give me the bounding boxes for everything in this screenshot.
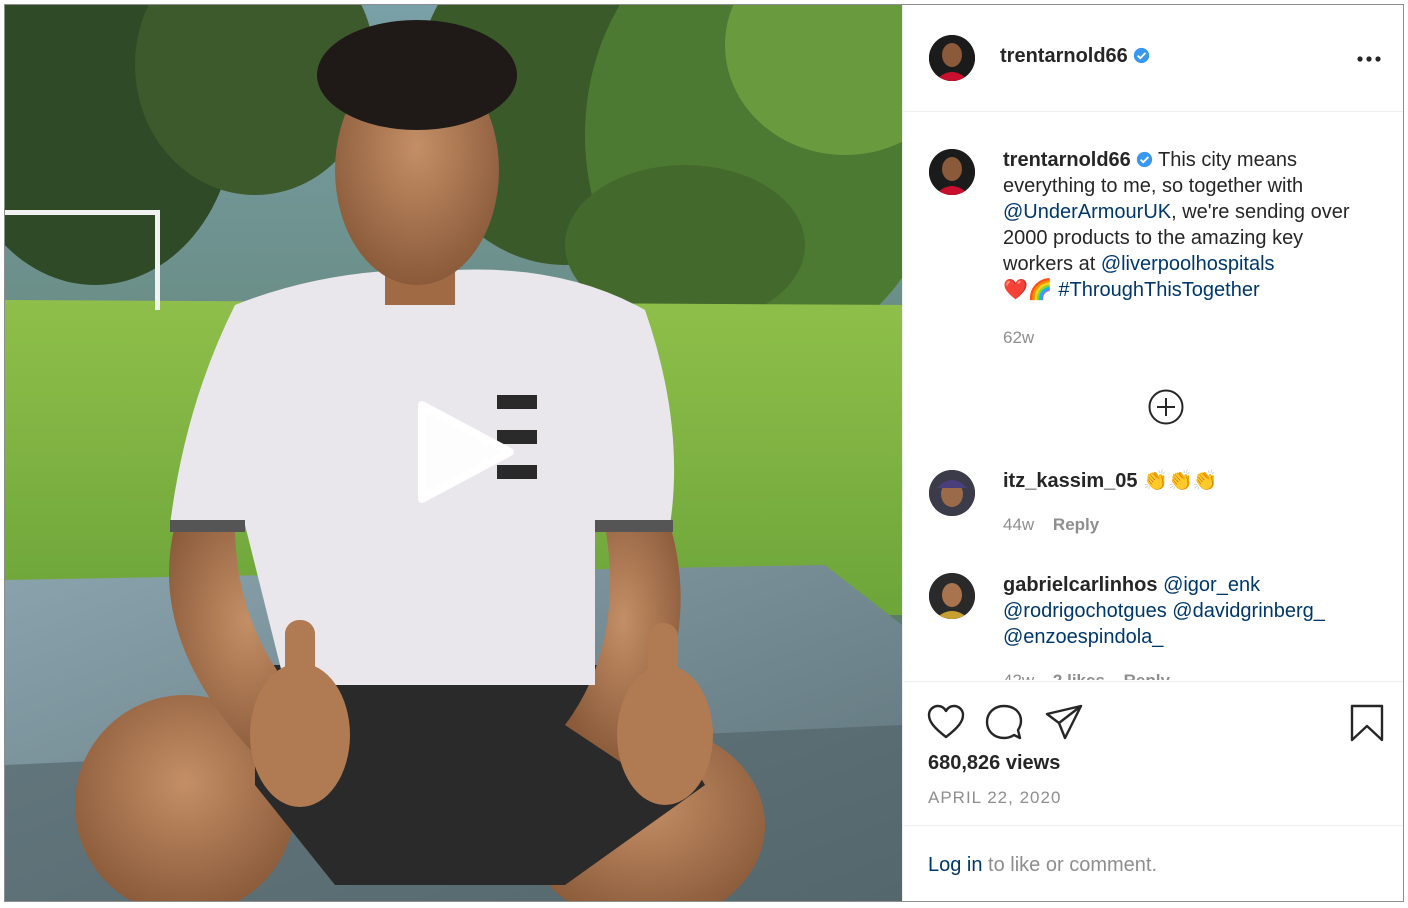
login-bar: Log in to like or comment.: [903, 825, 1403, 901]
comment-likes[interactable]: 2 likes: [1053, 671, 1105, 680]
comment-username[interactable]: gabrielcarlinhos: [1003, 574, 1158, 596]
like-button[interactable]: [927, 704, 965, 745]
post-video[interactable]: [5, 5, 902, 901]
caption-mention-hospitals[interactable]: @liverpoolhospitals: [1101, 253, 1275, 275]
comment-avatar[interactable]: [929, 470, 975, 516]
comment-text: 👏👏👏: [1143, 470, 1218, 492]
comment-avatar[interactable]: [929, 573, 975, 619]
more-options-icon: [1357, 56, 1381, 62]
author-avatar-image: [929, 35, 975, 81]
play-button[interactable]: [410, 397, 520, 507]
caption-hashtag[interactable]: #ThroughThisTogether: [1058, 279, 1259, 301]
comment-username[interactable]: itz_kassim_05: [1003, 470, 1138, 492]
load-more-comments-icon: [1148, 389, 1184, 425]
comment-item: itz_kassim_05 👏👏👏 44w Reply: [1003, 468, 1378, 538]
caption-age: 62w: [1003, 328, 1035, 347]
verified-badge-icon: [1133, 47, 1149, 64]
post-sidebar: trentarnold66 trentarnold66 This city me…: [902, 5, 1403, 901]
comment-mention[interactable]: @rodrigochotgues: [1003, 600, 1167, 622]
load-more-comments-button[interactable]: [1147, 388, 1185, 426]
author-avatar[interactable]: [929, 35, 975, 81]
comment-avatar-image: [929, 470, 975, 516]
comment-button[interactable]: [985, 704, 1023, 745]
comment-mention[interactable]: @enzoespindola_: [1003, 626, 1163, 648]
author-username[interactable]: trentarnold66: [1000, 45, 1128, 67]
reply-button[interactable]: Reply: [1053, 515, 1099, 534]
caption-username[interactable]: trentarnold66: [1003, 149, 1131, 171]
verified-badge-icon: [1136, 151, 1152, 168]
heart-icon: [927, 704, 965, 739]
comment-age: 44w: [1003, 515, 1035, 534]
save-button[interactable]: [1350, 704, 1384, 747]
reply-button[interactable]: Reply: [1124, 671, 1170, 680]
post-dialog: trentarnold66 trentarnold66 This city me…: [4, 4, 1404, 902]
login-prompt-text: to like or comment.: [982, 854, 1158, 876]
comment-icon: [985, 704, 1023, 740]
login-prompt: Log in to like or comment.: [928, 854, 1157, 877]
comment-item: gabrielcarlinhos @igor_enk @rodrigochotg…: [1003, 572, 1378, 680]
comments-list[interactable]: trentarnold66 This city means everything…: [903, 112, 1403, 680]
share-icon: [1045, 704, 1083, 740]
comment-avatar-image-2: [929, 573, 975, 619]
comment-age: 42w: [1003, 671, 1034, 680]
comment-mention[interactable]: @igor_enk: [1163, 574, 1260, 596]
bookmark-icon: [1350, 704, 1384, 742]
post-actions: 680,826 views APRIL 22, 2020: [903, 681, 1403, 842]
caption-emoji: ❤️🌈: [1003, 279, 1053, 301]
play-icon: [418, 401, 514, 503]
caption-mention-underarmour[interactable]: @UnderArmourUK: [1003, 201, 1171, 223]
post-caption: trentarnold66 This city means everything…: [1003, 147, 1378, 351]
caption-avatar-image: [929, 149, 975, 195]
more-options-button[interactable]: [1354, 49, 1384, 69]
view-count[interactable]: 680,826 views: [928, 752, 1060, 775]
caption-avatar[interactable]: [929, 149, 975, 195]
post-header: trentarnold66: [903, 5, 1403, 112]
share-button[interactable]: [1045, 704, 1083, 745]
comment-mention[interactable]: @davidgrinberg_: [1172, 600, 1325, 622]
login-link[interactable]: Log in: [928, 854, 983, 876]
post-date: APRIL 22, 2020: [928, 788, 1062, 807]
